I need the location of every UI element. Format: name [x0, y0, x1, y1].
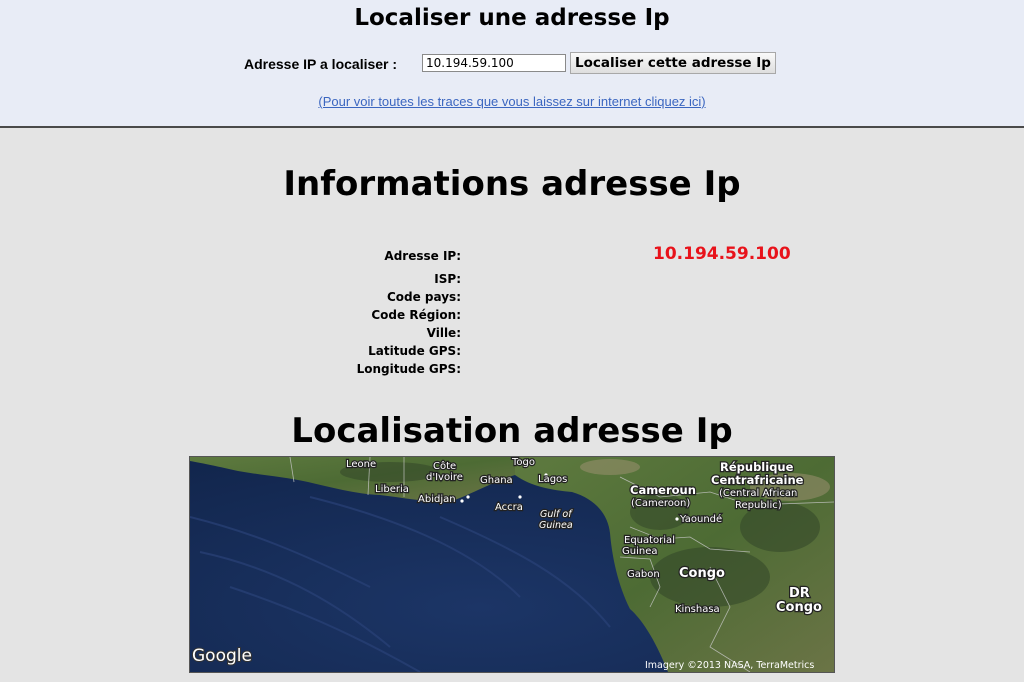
page-title: Localiser une adresse Ip — [354, 5, 670, 31]
map-label-eq-guinea: Guinea — [622, 546, 657, 557]
map-label-republique: République — [720, 460, 794, 474]
field-region-label: Code Région: — [371, 308, 461, 322]
locate-ip-button[interactable]: Localiser cette adresse Ip — [570, 52, 776, 74]
traces-link[interactable]: (Pour voir toutes les traces que vous la… — [0, 94, 1024, 109]
field-lat-label: Latitude GPS: — [368, 344, 461, 358]
field-isp-label: ISP: — [434, 272, 461, 286]
map-label-congo: Congo — [679, 566, 725, 581]
ip-address-value: 10.194.59.100 — [653, 244, 791, 264]
field-city-label: Ville: — [426, 326, 461, 340]
map-label-abidjan: Abidjan — [418, 494, 456, 505]
google-logo[interactable]: Google — [191, 645, 253, 667]
map-label-leone: Leone — [346, 459, 376, 470]
map-label-divoire: d'Ivoire — [426, 472, 463, 483]
satellite-map[interactable]: Leone Côte d'Ivoire Togo Liberia Abidjan… — [190, 457, 834, 672]
map-label-centrafricaine: Centrafricaine — [711, 473, 804, 487]
ip-input-label: Adresse IP a localiser : — [244, 56, 398, 72]
info-fields: Adresse IP: ISP: Code pays: Code Région:… — [300, 248, 461, 378]
header-panel: Localiser une adresse Ip Adresse IP a lo… — [0, 0, 1024, 128]
map-section-title: Localisation adresse Ip — [291, 411, 733, 451]
map-label-liberia: Liberia — [375, 484, 409, 495]
map-label-republic: Republic) — [735, 500, 782, 511]
map-label-cameroon: (Cameroon) — [631, 498, 690, 509]
map-label-accra: Accra — [495, 502, 523, 513]
field-ip-label: Adresse IP: — [384, 249, 461, 263]
map-attribution: Imagery ©2013 NASA, TerraMetrics — [645, 660, 814, 671]
field-lon-label: Longitude GPS: — [356, 362, 461, 376]
map-label-togo: Togo — [511, 457, 535, 468]
map-label-yaounde: Yaoundé — [679, 513, 722, 525]
map-label-kinshasa: Kinshasa — [675, 604, 720, 615]
field-country-label: Code pays: — [386, 290, 461, 304]
location-map[interactable]: Leone Côte d'Ivoire Togo Liberia Abidjan… — [189, 456, 835, 673]
map-label-equatorial: Equatorial — [624, 535, 675, 546]
map-label-dr-congo: Congo — [776, 600, 822, 615]
map-label-cote: Côte — [433, 460, 456, 472]
map-label-central-african: (Central African — [719, 488, 797, 499]
map-label-dr: DR — [789, 586, 810, 601]
map-label-ghana: Ghana — [480, 475, 513, 486]
map-label-gabon: Gabon — [627, 569, 660, 580]
info-section-title: Informations adresse Ip — [283, 164, 741, 204]
map-label-guinea-gulf: Guinea — [539, 520, 573, 531]
map-label-cameroun: Cameroun — [630, 483, 696, 497]
map-label-gulf: Gulf of — [540, 509, 573, 520]
map-label-lagos: Lagos — [538, 474, 567, 485]
ip-input[interactable] — [422, 54, 566, 72]
